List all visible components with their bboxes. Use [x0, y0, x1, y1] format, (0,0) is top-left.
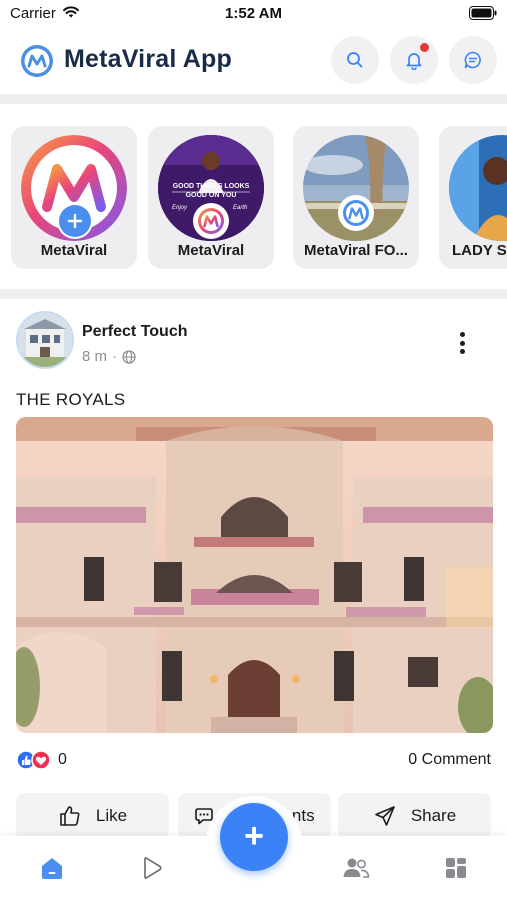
- story-card[interactable]: LADY SA: [439, 126, 507, 269]
- nav-home[interactable]: [32, 852, 72, 884]
- post-time: 8 m: [82, 348, 108, 365]
- grid-icon: [446, 858, 466, 878]
- story-card-create[interactable]: MetaViral: [11, 126, 137, 269]
- battery-icon: [469, 6, 497, 20]
- story-card[interactable]: GOOD THINGS LOOKS GOOD ON YOU Enjoy Eart…: [148, 126, 274, 269]
- post-header: Perfect Touch 8 m ·: [0, 308, 507, 378]
- search-icon: [347, 52, 363, 68]
- status-bar: Carrier 1:52 AM: [0, 0, 507, 28]
- reactions-summary[interactable]: 0: [16, 750, 67, 770]
- author-avatar[interactable]: [16, 311, 74, 369]
- home-icon: [42, 858, 62, 879]
- nav-friends[interactable]: [336, 852, 376, 884]
- post-author-name[interactable]: Perfect Touch: [82, 323, 188, 341]
- share-button[interactable]: Share: [338, 793, 491, 839]
- notification-badge: [420, 43, 429, 52]
- story-overlay-text: GOOD THINGS LOOKS GOOD ON YOU: [172, 183, 250, 199]
- add-story-button[interactable]: [59, 205, 91, 237]
- nav-menu[interactable]: [436, 852, 476, 884]
- share-label: Share: [410, 806, 457, 825]
- like-label: Like: [95, 806, 128, 825]
- reaction-icons: [16, 750, 51, 770]
- story-label: LADY SA: [452, 242, 507, 259]
- section-divider: [0, 289, 507, 299]
- notifications-button[interactable]: [390, 36, 438, 84]
- app-title: MetaViral App: [64, 45, 232, 73]
- story-label: MetaViral: [40, 242, 108, 259]
- plus-icon: [67, 213, 83, 229]
- chat-bubble-icon: [464, 51, 481, 69]
- thumbs-up-icon: [60, 806, 80, 826]
- story-label: MetaViral FO...: [304, 242, 408, 259]
- post-image[interactable]: [16, 417, 493, 733]
- post-caption: THE ROYALS: [16, 390, 126, 409]
- app-logo-icon[interactable]: [20, 44, 54, 78]
- story-avatar: [449, 135, 507, 241]
- more-options-button[interactable]: [451, 330, 473, 356]
- story-card[interactable]: MetaViral FO...: [293, 126, 419, 269]
- reaction-count: 0: [58, 751, 67, 768]
- more-dot-icon: [459, 332, 465, 337]
- messages-button[interactable]: [449, 36, 497, 84]
- send-icon: [375, 806, 395, 826]
- story-label: MetaViral: [177, 242, 245, 259]
- meta-separator: ·: [112, 348, 118, 365]
- stories-carousel[interactable]: MetaViral GOOD THINGS LOOKS GOOD ON YOU …: [0, 116, 507, 286]
- metaviral-logo-icon: [343, 200, 369, 226]
- friends-icon: [343, 858, 370, 878]
- metaviral-badge: [340, 197, 372, 229]
- nav-videos[interactable]: [132, 852, 172, 884]
- story-overlay-left: Enjoy: [172, 205, 188, 211]
- more-dot-icon: [459, 340, 465, 346]
- like-button[interactable]: Like: [16, 793, 169, 839]
- search-button[interactable]: [331, 36, 379, 84]
- bell-icon: [406, 53, 422, 70]
- more-dot-icon: [459, 349, 465, 354]
- section-divider: [0, 94, 507, 104]
- create-post-button[interactable]: +: [220, 803, 288, 871]
- plus-icon: +: [244, 816, 264, 855]
- metaviral-logo-icon: [198, 208, 224, 234]
- comment-count[interactable]: 0 Comment: [408, 751, 491, 769]
- metaviral-badge: [195, 205, 227, 237]
- clock: 1:52 AM: [225, 5, 282, 22]
- post-meta: 8 m ·: [82, 348, 136, 365]
- story-overlay-right: Earth: [233, 205, 248, 211]
- globe-icon: [122, 349, 136, 364]
- play-icon: [144, 857, 162, 879]
- app-header: MetaViral App: [0, 28, 507, 94]
